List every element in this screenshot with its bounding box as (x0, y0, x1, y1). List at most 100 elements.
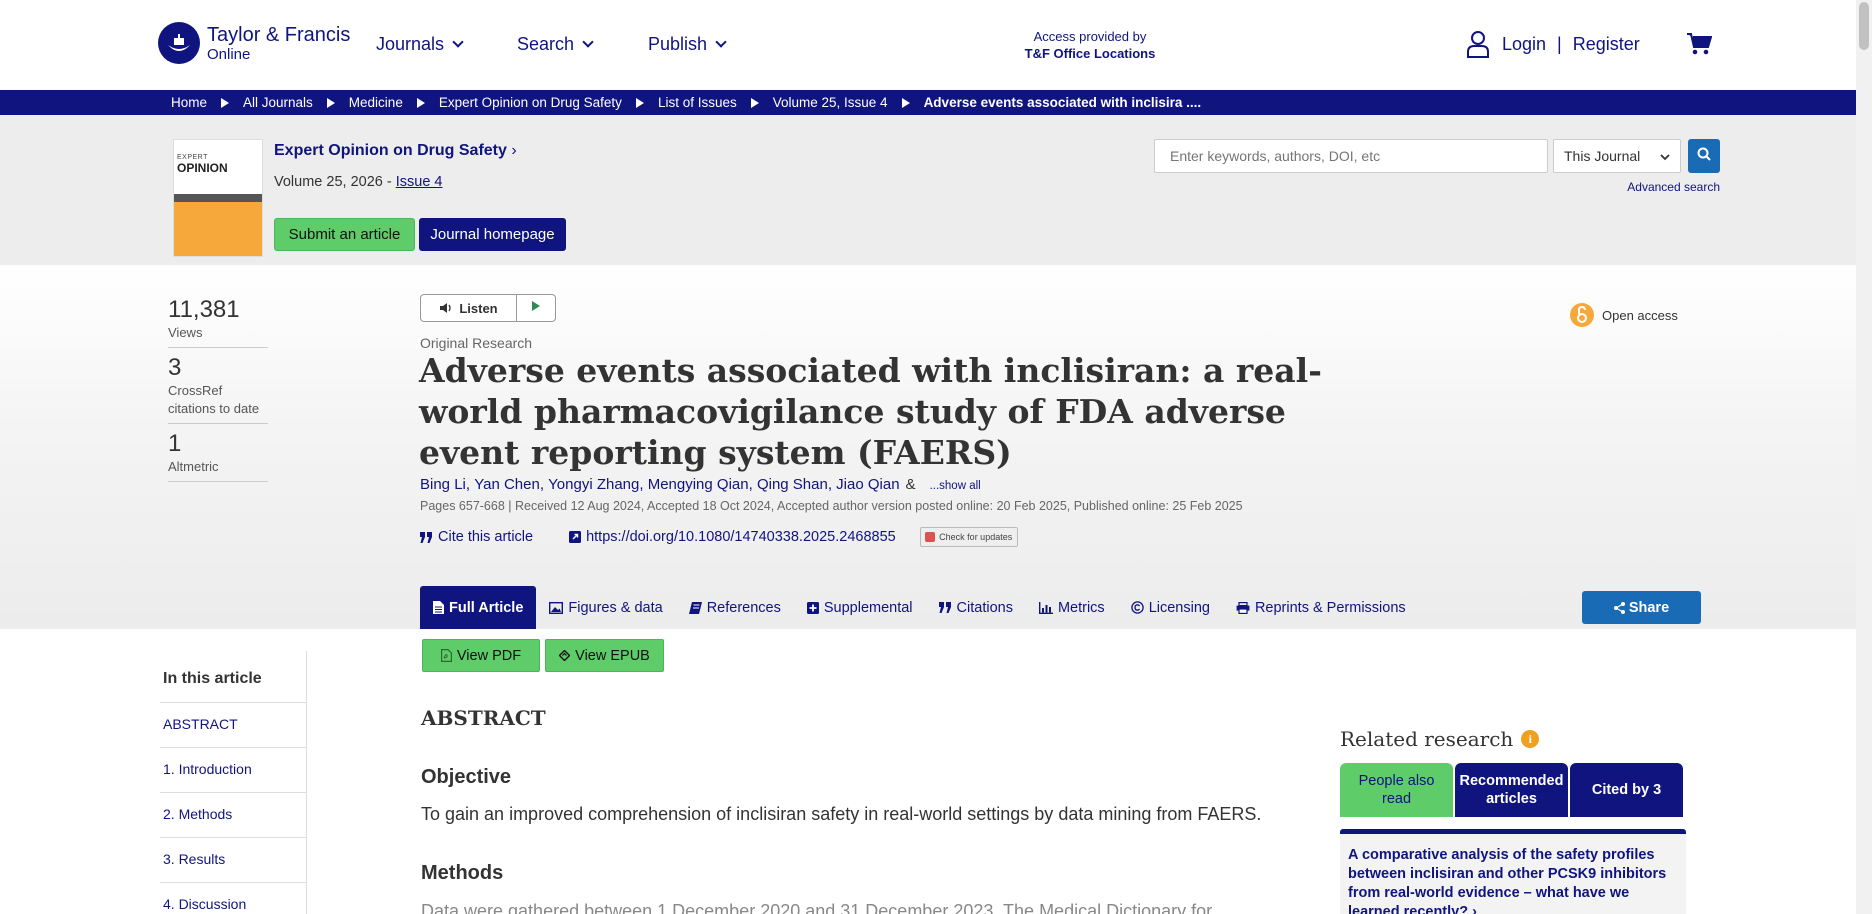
access-info: Access provided by T&F Office Locations (1010, 28, 1170, 62)
quote-icon (938, 602, 957, 613)
related-article-link[interactable]: A comparative analysis of the safety pro… (1340, 834, 1686, 914)
tab-cited-by[interactable]: Cited by 3 (1570, 763, 1683, 817)
tab-figures-data[interactable]: Figures & data (536, 586, 675, 629)
cite-article-link[interactable]: Cite this article (420, 529, 533, 545)
advanced-search-link[interactable]: Advanced search (1600, 180, 1720, 194)
tab-recommended-articles[interactable]: Recommended articles (1455, 763, 1568, 817)
toc-item-methods[interactable]: 2. Methods (160, 793, 306, 838)
table-of-contents: In this article ABSTRACT 1. Introduction… (160, 651, 307, 914)
article-metrics: 11,381 Views 3 CrossRef citations to date … (168, 296, 268, 488)
journal-cover-image[interactable]: EXPERT OPINION (173, 139, 263, 257)
crossmark-icon (925, 532, 936, 542)
abstract-heading: ABSTRACT (421, 706, 546, 730)
author-link[interactable]: Jiao Qian (836, 476, 899, 493)
breadcrumb-issue[interactable]: Volume 25, Issue 4 (737, 95, 888, 110)
breadcrumb-arrow-icon (635, 97, 644, 108)
search-button[interactable] (1688, 139, 1720, 173)
breadcrumb-arrow-icon (750, 97, 759, 108)
doi-link[interactable]: https://doi.org/10.1080/14740338.2025.24… (569, 529, 896, 545)
listen-label: Listen (459, 300, 498, 316)
logo-subtext: Online (207, 45, 251, 63)
chevron-down-icon (452, 36, 464, 48)
nav-journals[interactable]: Journals (376, 34, 464, 55)
tab-metrics[interactable]: Metrics (1026, 586, 1118, 629)
tab-people-also-read[interactable]: People also read (1340, 763, 1453, 817)
author-link[interactable]: Mengying Qian, (648, 476, 753, 493)
search-scope-select[interactable]: This Journal (1553, 139, 1681, 173)
breadcrumb-list-of-issues[interactable]: List of Issues (622, 95, 737, 110)
journal-homepage-button[interactable]: Journal homepage (419, 218, 566, 251)
speaker-icon (439, 302, 453, 314)
article-type: Original Research (420, 335, 533, 351)
nav-search[interactable]: Search (517, 34, 594, 55)
tab-supplemental[interactable]: Supplemental (794, 586, 926, 629)
author-link[interactable]: Bing Li, (420, 476, 470, 493)
tab-licensing[interactable]: Licensing (1118, 586, 1223, 629)
author-link[interactable]: Yan Chen, (474, 476, 544, 493)
toc-item-introduction[interactable]: 1. Introduction (160, 748, 306, 793)
publication-history: Pages 657-668 | Received 12 Aug 2024, Ac… (420, 499, 1243, 513)
related-research-panel: Related research i People also read Reco… (1340, 727, 1686, 914)
copyright-icon (1130, 601, 1149, 614)
register-link[interactable]: Register (1573, 34, 1640, 55)
open-access-label: Open access (1602, 307, 1678, 323)
show-all-authors-link[interactable]: ...show all (930, 480, 981, 492)
journal-title-link[interactable]: Expert Opinion on Drug Safety › (274, 142, 517, 160)
view-pdf-button[interactable]: View PDF (422, 639, 540, 672)
article-links: Cite this article https://doi.org/10.108… (420, 527, 1018, 547)
chevron-down-icon (1660, 148, 1670, 164)
journal-volume: Volume 25, 2026 - Issue 4 (274, 174, 443, 190)
toc-item-discussion[interactable]: 4. Discussion (160, 883, 306, 914)
scrollbar-thumb[interactable] (1859, 2, 1869, 50)
user-icon[interactable] (1466, 30, 1490, 58)
tab-citations[interactable]: Citations (926, 586, 1026, 629)
citations-stat[interactable]: 3 CrossRef citations to date (168, 354, 268, 424)
cart-icon[interactable] (1686, 32, 1713, 61)
breadcrumb-home[interactable]: Home (171, 95, 207, 110)
related-tabs: People also read Recommended articles Ci… (1340, 763, 1686, 817)
search-scope-value: This Journal (1564, 148, 1641, 164)
view-epub-button[interactable]: View EPUB (545, 639, 664, 672)
site-header: Taylor & Francis Online Journals Search … (0, 0, 1856, 90)
info-icon[interactable]: i (1521, 730, 1540, 748)
author-list: Bing Li, Yan Chen, Yongyi Zhang, Mengyin… (420, 476, 981, 493)
listen-button[interactable]: Listen (421, 295, 517, 321)
access-institution: T&F Office Locations (1024, 46, 1156, 61)
breadcrumb-journal[interactable]: Expert Opinion on Drug Safety (403, 95, 622, 110)
external-link-icon (569, 531, 586, 543)
article-tabs: Full Article Figures & data References S… (420, 586, 1419, 629)
chevron-down-icon (582, 36, 594, 48)
play-icon (531, 299, 541, 317)
taylor-francis-logo[interactable]: Taylor & Francis Online (158, 22, 350, 64)
plus-square-icon (806, 601, 824, 614)
toc-item-abstract[interactable]: ABSTRACT (160, 703, 306, 748)
page-scrollbar[interactable] (1856, 0, 1872, 914)
methods-text: Data were gathered between 1 December 20… (421, 901, 1213, 914)
nav-publish[interactable]: Publish (648, 34, 727, 55)
altmetric-stat[interactable]: 1 Altmetric (168, 430, 268, 482)
search-input[interactable]: Enter keywords, authors, DOI, etc (1154, 139, 1548, 173)
breadcrumb-all-journals[interactable]: All Journals (207, 95, 313, 110)
check-for-updates-button[interactable]: Check for updates (919, 527, 1018, 547)
breadcrumb-medicine[interactable]: Medicine (313, 95, 403, 110)
breadcrumb-arrow-icon (901, 97, 910, 108)
author-link[interactable]: Yongyi Zhang, (548, 476, 643, 493)
author-link[interactable]: Qing Shan, (757, 476, 832, 493)
document-icon (433, 601, 449, 614)
toc-item-results[interactable]: 3. Results (160, 838, 306, 883)
breadcrumb: Home All Journals Medicine Expert Opinio… (0, 90, 1856, 115)
cover-title: OPINION (177, 161, 228, 175)
objective-text: To gain an improved comprehension of inc… (421, 804, 1262, 824)
play-button[interactable] (517, 299, 555, 317)
issue-link[interactable]: Issue 4 (396, 174, 443, 190)
pdf-file-icon (440, 649, 457, 662)
login-link[interactable]: Login (1502, 34, 1546, 55)
image-icon (549, 601, 568, 614)
download-buttons: View PDF View EPUB (422, 639, 669, 672)
submit-article-button[interactable]: Submit an article (274, 218, 415, 251)
tab-full-article[interactable]: Full Article (420, 586, 537, 629)
tab-reprints-permissions[interactable]: Reprints & Permissions (1223, 586, 1419, 629)
article-body: ABSTRACT Objective To gain an improved c… (421, 706, 1301, 914)
share-button[interactable]: Share (1582, 591, 1701, 624)
tab-references[interactable]: References (676, 586, 794, 629)
